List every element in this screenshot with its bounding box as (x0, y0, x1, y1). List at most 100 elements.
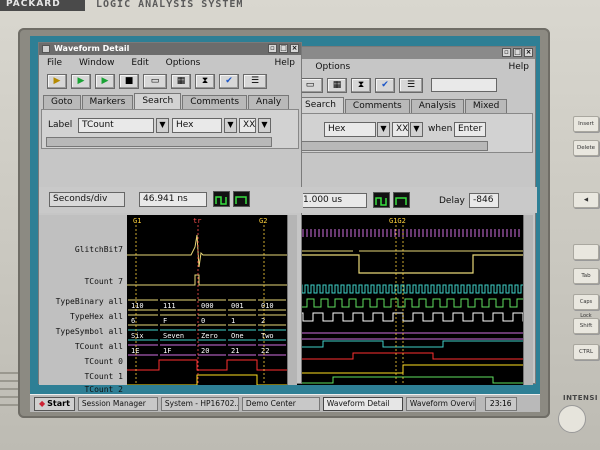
menu-file[interactable]: File (47, 58, 62, 68)
zoom-in-icon[interactable] (373, 192, 390, 208)
tab-comments[interactable]: Comments (182, 95, 248, 109)
tab-search[interactable]: Search (297, 97, 344, 113)
signal-typehex[interactable]: TypeHex all (70, 312, 123, 321)
bus-value: 20 (201, 347, 209, 355)
overview-time-field[interactable]: 1.000 us (299, 193, 367, 208)
overview-timebar: 1.000 us Delay -846 (293, 187, 537, 213)
overview-xx-field[interactable]: XX (392, 122, 409, 137)
detail-title: Waveform Detail (54, 44, 130, 53)
bus-value: One (231, 332, 244, 340)
minimize-icon[interactable]: ▫ (502, 48, 511, 57)
signal-tcount-all[interactable]: TCount all (75, 342, 123, 351)
chevron-down-icon[interactable]: ▼ (377, 122, 390, 137)
caps-lock-key[interactable]: Caps Lock (573, 294, 599, 319)
bus-value: 6 (131, 317, 135, 325)
overview-format-field[interactable]: Hex (324, 122, 376, 137)
bus-value: 21 (231, 347, 239, 355)
bus-value: 1 (231, 317, 235, 325)
window-icon[interactable]: ▭ (143, 73, 167, 89)
zoom-out-icon[interactable] (393, 192, 410, 208)
format-field[interactable]: Hex (172, 118, 222, 133)
menu-help[interactable]: Help (508, 59, 529, 75)
overview-panel-scrollbar[interactable] (300, 141, 488, 151)
minimize-icon[interactable]: ▫ (268, 44, 277, 53)
ctrl-key[interactable]: CTRL (573, 344, 599, 360)
detail-window-buttons: ▫ □ × (268, 44, 299, 53)
signal-glitchbit7[interactable]: GlitchBit7 (75, 245, 123, 254)
signal-typebinary[interactable]: TypeBinary all (56, 297, 123, 306)
bus-value: 0 (201, 317, 205, 325)
tab-markers[interactable]: Markers (81, 95, 134, 109)
overview-vertical-scrollbar[interactable] (523, 215, 533, 385)
when-enter-field[interactable]: Enter (454, 122, 486, 137)
tab-key[interactable]: Tab (573, 268, 599, 284)
chevron-down-icon[interactable]: ▼ (156, 118, 169, 133)
stop-icon[interactable]: ■ (119, 73, 139, 89)
detail-titlebar[interactable]: Waveform Detail ▫ □ × (39, 43, 301, 55)
overview-waveform[interactable]: G1G2 (293, 215, 523, 385)
marker-g1-label: G1 (133, 217, 141, 225)
task-waveform-detail[interactable]: Waveform Detail (322, 396, 403, 411)
run-repetitive-icon[interactable]: ▶ (95, 73, 115, 89)
detail-vertical-scrollbar[interactable] (287, 215, 297, 385)
chevron-down-icon[interactable]: ▼ (224, 118, 237, 133)
arrow-key[interactable]: ◀ (573, 192, 599, 208)
chevron-down-icon[interactable]: ▼ (258, 118, 271, 133)
menu-help[interactable]: Help (274, 55, 295, 71)
delay-field[interactable]: -846 (469, 193, 499, 208)
marker-trigger-label: tr (193, 217, 201, 225)
zoom-out-icon[interactable] (233, 191, 250, 207)
intensity-knob[interactable] (558, 405, 586, 433)
tab-analysis[interactable]: Analy (248, 95, 290, 109)
signal-tcount-1[interactable]: TCount 1 (84, 372, 123, 381)
menu-options[interactable]: Options (315, 62, 350, 72)
chevron-down-icon[interactable]: ▼ (410, 122, 423, 137)
grid-icon[interactable]: ▦ (171, 73, 191, 89)
close-icon[interactable]: × (290, 44, 299, 53)
list-icon[interactable]: ☰ (243, 73, 267, 89)
check-icon[interactable]: ✔ (375, 77, 395, 93)
overview-status-field[interactable] (431, 78, 497, 92)
start-button[interactable]: ◆ Start (34, 396, 75, 411)
hourglass-icon[interactable]: ⧗ (351, 77, 371, 93)
check-icon[interactable]: ✔ (219, 73, 239, 89)
zoom-in-icon[interactable] (213, 191, 230, 207)
task-waveform-overview[interactable]: Waveform Overview (405, 396, 476, 411)
tab-search[interactable]: Search (134, 93, 182, 109)
signal-typesymbol[interactable]: TypeSymbol all (56, 327, 123, 336)
detail-waveform[interactable]: G1 tr G2 110 111 000 001 010 6 F 0 1 2 Six Seven Zer… (127, 215, 287, 385)
menu-edit[interactable]: Edit (131, 58, 148, 68)
task-session-manager[interactable]: Session Manager (77, 396, 158, 411)
shift-key[interactable]: Shift (573, 318, 599, 334)
menu-window[interactable]: Window (79, 58, 115, 68)
maximize-icon[interactable]: □ (279, 44, 288, 53)
maximize-icon[interactable]: □ (513, 48, 522, 57)
label-field[interactable]: TCount (78, 118, 154, 133)
list-icon[interactable]: ☰ (399, 77, 423, 93)
signal-tcount-2[interactable]: TCount 2 (84, 385, 123, 394)
run-icon[interactable]: ▶ (71, 73, 91, 89)
tab-goto[interactable]: Goto (43, 95, 81, 109)
tab-analysis[interactable]: Analysis (410, 99, 464, 113)
menu-options[interactable]: Options (166, 58, 201, 68)
signal-tcount-0[interactable]: TCount 0 (84, 357, 123, 366)
task-demo-center[interactable]: Demo Center (241, 396, 320, 411)
delete-key[interactable]: Delete (573, 140, 599, 156)
grid-icon[interactable]: ▦ (327, 77, 347, 93)
overview-titlebar[interactable]: ▫ □ × (293, 47, 535, 59)
hourglass-icon[interactable]: ⧗ (195, 73, 215, 89)
tab-mixed[interactable]: Mixed (464, 99, 508, 113)
tab-comments[interactable]: Comments (344, 99, 410, 113)
run-single-icon[interactable]: ▶ (47, 73, 67, 89)
detail-panel-scrollbar[interactable] (46, 137, 272, 147)
close-icon[interactable]: × (524, 48, 533, 57)
task-system[interactable]: System - HP16702... (160, 396, 239, 411)
scale-dropdown[interactable]: Seconds/div (49, 192, 125, 207)
time-per-div-field[interactable]: 46.941 ns (139, 192, 207, 207)
signal-tcount-7[interactable]: TCount 7 (84, 277, 123, 286)
xx-field[interactable]: XX (239, 118, 256, 133)
window-menu-icon[interactable] (42, 45, 50, 53)
insert-key[interactable]: Insert (573, 116, 599, 132)
overview-green-trace (293, 376, 523, 384)
blank-key[interactable] (573, 244, 599, 260)
